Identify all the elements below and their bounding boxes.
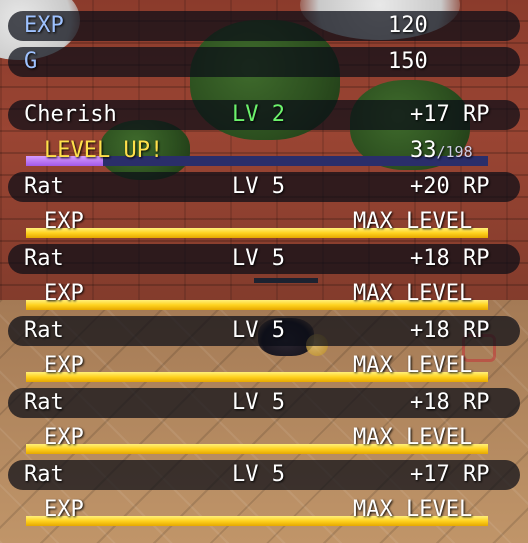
party-member-row: Rat LV 5 +18 RP [8, 316, 520, 346]
member-rp: +18 RP [410, 390, 490, 415]
max-level-label: MAX LEVEL [353, 209, 473, 234]
member-name: Rat [24, 462, 64, 487]
member-level: LV 2 [232, 102, 285, 127]
member-rp: +18 RP [410, 318, 490, 343]
member-rp: +18 RP [410, 246, 490, 271]
gold-reward-label: G [24, 49, 38, 74]
gold-reward-value: 150 [388, 49, 428, 74]
max-level-label: MAX LEVEL [353, 425, 473, 450]
exp-progress-total: /198 [436, 143, 473, 161]
member-level: LV 5 [232, 318, 285, 343]
member-level: LV 5 [232, 390, 285, 415]
party-member-row: Rat LV 5 +18 RP [8, 244, 520, 274]
max-level-label: MAX LEVEL [353, 353, 473, 378]
member-level: LV 5 [232, 174, 285, 199]
party-member-row: Rat LV 5 +17 RP [8, 460, 520, 490]
member-name: Rat [24, 318, 64, 343]
exp-label: EXP [44, 209, 84, 234]
member-name: Rat [24, 390, 64, 415]
member-rp: +20 RP [410, 174, 490, 199]
member-rp: +17 RP [410, 102, 490, 127]
exp-reward-value: 120 [388, 13, 428, 38]
max-level-label: MAX LEVEL [353, 281, 473, 306]
battle-results-panel: EXP 120 G 150 Cherish LV 2 +17 RP LEVEL … [0, 0, 528, 543]
level-up-text: LEVEL UP! [44, 138, 164, 163]
gold-reward-row: G 150 [8, 47, 520, 77]
party-member-row: Rat LV 5 +18 RP [8, 388, 520, 418]
member-name: Cherish [24, 102, 117, 127]
party-member-row: Rat LV 5 +20 RP [8, 172, 520, 202]
exp-label: EXP [44, 425, 84, 450]
exp-reward-row: EXP 120 [8, 11, 520, 41]
member-level: LV 5 [232, 246, 285, 271]
member-name: Rat [24, 246, 64, 271]
exp-label: EXP [44, 281, 84, 306]
member-name: Rat [24, 174, 64, 199]
exp-progress-readout: 33/198 [410, 137, 473, 165]
member-level: LV 5 [232, 462, 285, 487]
max-level-label: MAX LEVEL [353, 497, 473, 522]
exp-progress-current: 33 [410, 138, 437, 163]
party-member-row: Cherish LV 2 +17 RP [8, 100, 520, 130]
member-rp: +17 RP [410, 462, 490, 487]
exp-label: EXP [44, 353, 84, 378]
exp-reward-label: EXP [24, 13, 64, 38]
exp-label: EXP [44, 497, 84, 522]
